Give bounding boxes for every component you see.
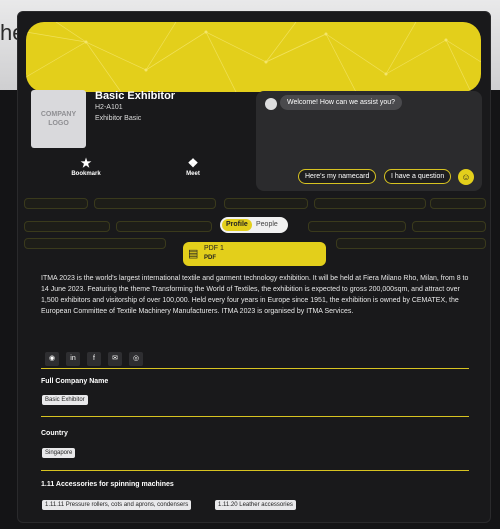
bookmark-label: Bookmark xyxy=(71,171,101,177)
background-chip xyxy=(116,221,212,232)
meet-label: Meet xyxy=(186,171,200,177)
country-label: Country xyxy=(41,430,68,437)
background-chip xyxy=(24,221,110,232)
background-chip xyxy=(308,221,406,232)
chat-avatar xyxy=(265,98,277,110)
meet-button[interactable]: ❖ Meet xyxy=(168,157,218,177)
document-icon: ▤ xyxy=(188,248,199,260)
user-icon[interactable]: ☺ xyxy=(458,169,474,185)
document-type: PDF xyxy=(204,255,216,261)
namecard-button[interactable]: Here's my namecard xyxy=(298,169,377,184)
category-label: 1.11 Accessories for spinning machines xyxy=(41,481,174,488)
instagram-icon[interactable]: ◎ xyxy=(129,352,143,366)
handshake-icon: ❖ xyxy=(187,156,199,170)
bookmark-button[interactable]: ★ Bookmark xyxy=(61,157,111,177)
exhibitor-name: Basic Exhibitor xyxy=(95,90,176,102)
category-tag: 1.11.20 Leather accessories xyxy=(215,500,296,510)
website-icon[interactable]: ◉ xyxy=(45,352,59,366)
background-chip xyxy=(314,198,426,209)
tab-profile[interactable]: Profile xyxy=(222,219,252,231)
company-name-label: Full Company Name xyxy=(41,378,109,385)
company-description: ITMA 2023 is the world's largest interna… xyxy=(41,275,469,315)
booth-code: H2-A101 xyxy=(95,104,123,111)
background-chip xyxy=(336,238,486,249)
star-icon: ★ xyxy=(80,156,92,170)
question-button[interactable]: I have a question xyxy=(384,169,452,184)
document-card[interactable]: ▤ PDF 1 PDF xyxy=(183,242,326,266)
background-chip xyxy=(24,198,88,209)
country-value: Singapore xyxy=(42,448,76,458)
background-chip xyxy=(94,198,216,209)
profile-people-toggle: Profile People xyxy=(220,217,288,233)
section-divider xyxy=(41,470,469,471)
chat-greeting: Welcome! How can we assist you? xyxy=(280,95,403,110)
company-name-value: Basic Exhibitor xyxy=(42,395,88,405)
background-chip xyxy=(430,198,486,209)
tab-people[interactable]: People xyxy=(256,219,278,231)
background-chip xyxy=(224,198,308,209)
section-divider xyxy=(41,368,469,369)
profile-banner xyxy=(26,22,481,92)
background-chip xyxy=(24,238,166,249)
facebook-icon[interactable]: f xyxy=(87,352,101,366)
exhibitor-type: Exhibitor Basic xyxy=(95,115,142,122)
category-tag: 1.11.11 Pressure rollers, cots and apron… xyxy=(42,500,192,510)
exhibitor-profile-panel: COMPANY LOGO Basic Exhibitor H2-A101 Exh… xyxy=(17,11,491,523)
document-name: PDF 1 xyxy=(204,245,224,252)
background-chip xyxy=(412,221,486,232)
section-divider xyxy=(41,416,469,417)
company-logo-text: COMPANY LOGO xyxy=(40,111,77,127)
wechat-icon[interactable]: ✉ xyxy=(108,352,122,366)
linkedin-icon[interactable]: in xyxy=(66,352,80,366)
company-logo: COMPANY LOGO xyxy=(31,90,86,148)
